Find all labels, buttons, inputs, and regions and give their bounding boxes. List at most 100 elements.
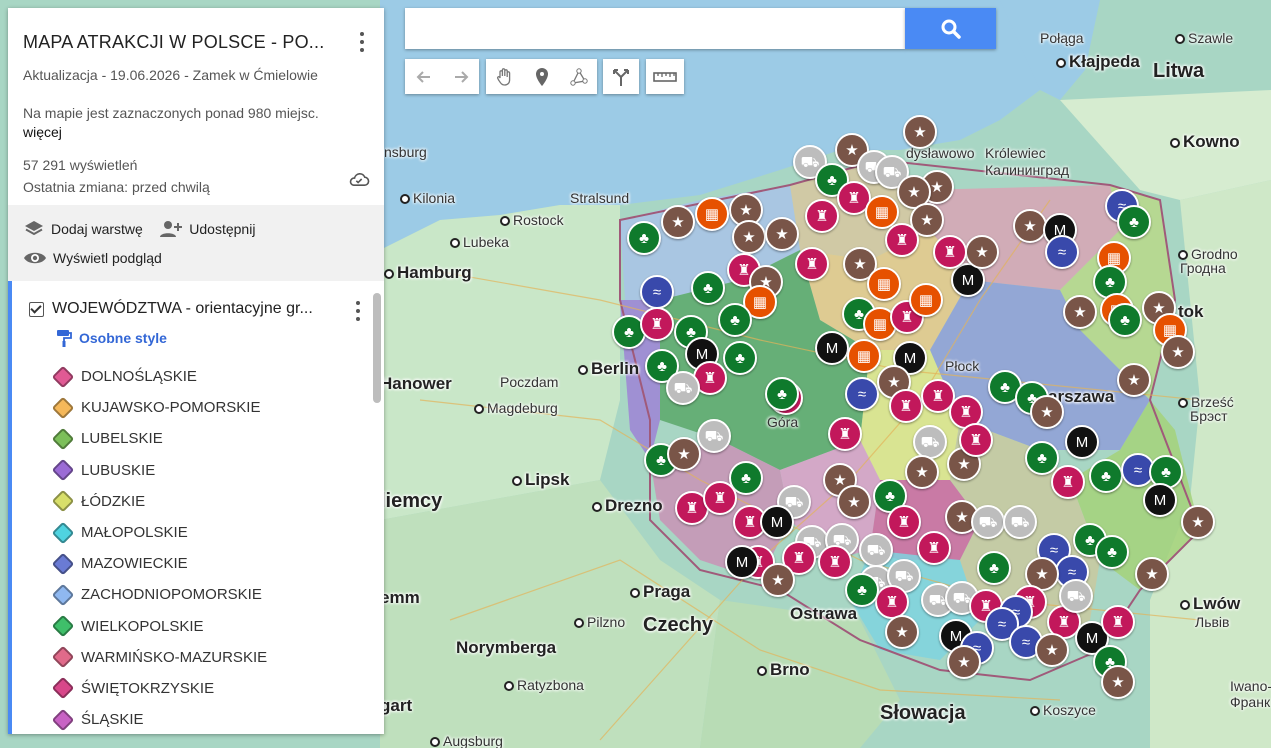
map-options-menu-icon[interactable] xyxy=(354,30,370,54)
color-swatch-icon[interactable] xyxy=(51,521,75,544)
cart-marker-icon[interactable]: ⛟ xyxy=(913,425,947,459)
museum-marker-icon[interactable]: M xyxy=(1143,483,1177,517)
pan-tool-button[interactable] xyxy=(486,59,523,94)
layer-options-menu-icon[interactable] xyxy=(350,299,366,323)
building-marker-icon[interactable]: ▦ xyxy=(695,197,729,231)
cart-marker-icon[interactable]: ⛟ xyxy=(859,533,893,567)
star-marker-icon[interactable]: ★ xyxy=(1013,209,1047,243)
castle-marker-icon[interactable]: ♜ xyxy=(917,531,951,565)
water-marker-icon[interactable]: ≈ xyxy=(640,275,674,309)
castle-marker-icon[interactable]: ♜ xyxy=(1051,465,1085,499)
star-marker-icon[interactable]: ★ xyxy=(732,220,766,254)
building-marker-icon[interactable]: ▦ xyxy=(909,283,943,317)
castle-marker-icon[interactable]: ♜ xyxy=(933,235,967,269)
star-marker-icon[interactable]: ★ xyxy=(885,615,919,649)
star-marker-icon[interactable]: ★ xyxy=(1063,295,1097,329)
layer-visibility-checkbox[interactable] xyxy=(29,301,44,317)
color-swatch-icon[interactable] xyxy=(51,583,75,607)
cart-marker-icon[interactable]: ⛟ xyxy=(697,419,731,453)
star-marker-icon[interactable]: ★ xyxy=(1035,633,1069,667)
legend-item[interactable]: LUBELSKIE xyxy=(51,423,369,454)
preview-button[interactable]: Wyświetl podgląd xyxy=(23,246,162,270)
star-marker-icon[interactable]: ★ xyxy=(661,205,695,239)
legend-item[interactable]: ŁÓDZKIE xyxy=(51,486,369,517)
legend-item[interactable]: ZACHODNIOPOMORSKIE xyxy=(51,579,369,610)
castle-marker-icon[interactable]: ♜ xyxy=(640,307,674,341)
building-marker-icon[interactable]: ▦ xyxy=(867,267,901,301)
legend-item[interactable]: ŚWIĘTOKRZYSKIE xyxy=(51,673,369,704)
color-swatch-icon[interactable] xyxy=(51,645,75,669)
castle-marker-icon[interactable]: ♜ xyxy=(885,223,919,257)
draw-line-button[interactable] xyxy=(560,59,597,94)
star-marker-icon[interactable]: ★ xyxy=(1161,335,1195,369)
tree-marker-icon[interactable]: ♣ xyxy=(1095,535,1129,569)
star-marker-icon[interactable]: ★ xyxy=(837,485,871,519)
layer-name[interactable]: WOJEWÓDZTWA - orientacyjne gr... xyxy=(52,300,313,318)
undo-button[interactable] xyxy=(405,59,442,94)
castle-marker-icon[interactable]: ♜ xyxy=(875,585,909,619)
tree-marker-icon[interactable]: ♣ xyxy=(1025,441,1059,475)
building-marker-icon[interactable]: ▦ xyxy=(847,339,881,373)
tree-marker-icon[interactable]: ♣ xyxy=(723,341,757,375)
more-link[interactable]: więcej xyxy=(23,124,369,140)
castle-marker-icon[interactable]: ♜ xyxy=(1101,605,1135,639)
color-swatch-icon[interactable] xyxy=(51,427,75,451)
legend-item[interactable]: DOLNOŚLĄSKIE xyxy=(51,361,369,392)
tree-marker-icon[interactable]: ♣ xyxy=(845,573,879,607)
legend-item[interactable]: WIELKOPOLSKIE xyxy=(51,611,369,642)
color-swatch-icon[interactable] xyxy=(51,552,75,576)
color-swatch-icon[interactable] xyxy=(51,490,75,513)
star-marker-icon[interactable]: ★ xyxy=(667,437,701,471)
style-link[interactable]: Osobne style xyxy=(55,329,369,347)
add-marker-button[interactable] xyxy=(523,59,560,94)
star-marker-icon[interactable]: ★ xyxy=(965,235,999,269)
star-marker-icon[interactable]: ★ xyxy=(1135,557,1169,591)
star-marker-icon[interactable]: ★ xyxy=(1117,363,1151,397)
star-marker-icon[interactable]: ★ xyxy=(761,563,795,597)
color-swatch-icon[interactable] xyxy=(51,365,75,388)
star-marker-icon[interactable]: ★ xyxy=(903,115,937,149)
castle-marker-icon[interactable]: ♜ xyxy=(703,481,737,515)
map-title[interactable]: MAPA ATRAKCJI W POLSCE - PO... xyxy=(23,32,369,53)
cart-marker-icon[interactable]: ⛟ xyxy=(971,505,1005,539)
tree-marker-icon[interactable]: ♣ xyxy=(691,271,725,305)
castle-marker-icon[interactable]: ♜ xyxy=(805,199,839,233)
color-swatch-icon[interactable] xyxy=(51,677,75,700)
tree-marker-icon[interactable]: ♣ xyxy=(977,551,1011,585)
cart-marker-icon[interactable]: ⛟ xyxy=(1003,505,1037,539)
star-marker-icon[interactable]: ★ xyxy=(765,217,799,251)
legend-item[interactable]: MAZOWIECKIE xyxy=(51,548,369,579)
castle-marker-icon[interactable]: ♜ xyxy=(889,389,923,423)
search-button[interactable] xyxy=(905,8,996,49)
color-swatch-icon[interactable] xyxy=(51,396,75,420)
legend-item[interactable]: MAŁOPOLSKIE xyxy=(51,517,369,548)
museum-marker-icon[interactable]: M xyxy=(725,545,759,579)
star-marker-icon[interactable]: ★ xyxy=(905,455,939,489)
water-marker-icon[interactable]: ≈ xyxy=(845,377,879,411)
tree-marker-icon[interactable]: ♣ xyxy=(1117,205,1151,239)
search-input[interactable] xyxy=(405,8,905,49)
redo-button[interactable] xyxy=(442,59,479,94)
add-layer-button[interactable]: Dodaj warstwę xyxy=(23,217,143,241)
legend-item[interactable]: LUBUSKIE xyxy=(51,455,369,486)
star-marker-icon[interactable]: ★ xyxy=(1181,505,1215,539)
tree-marker-icon[interactable]: ♣ xyxy=(1089,459,1123,493)
measure-button[interactable] xyxy=(646,59,683,94)
tree-marker-icon[interactable]: ♣ xyxy=(718,303,752,337)
panel-scrollbar[interactable] xyxy=(373,293,381,403)
tree-marker-icon[interactable]: ♣ xyxy=(765,377,799,411)
share-button[interactable]: Udostępnij xyxy=(159,217,255,241)
museum-marker-icon[interactable]: M xyxy=(760,505,794,539)
legend-item[interactable]: KUJAWSKO-POMORSKIE xyxy=(51,392,369,423)
color-swatch-icon[interactable] xyxy=(51,614,75,638)
castle-marker-icon[interactable]: ♜ xyxy=(795,247,829,281)
castle-marker-icon[interactable]: ♜ xyxy=(818,545,852,579)
color-swatch-icon[interactable] xyxy=(51,458,75,482)
legend-item[interactable]: ŚLĄSKIE xyxy=(51,704,369,734)
castle-marker-icon[interactable]: ♜ xyxy=(828,417,862,451)
museum-marker-icon[interactable]: M xyxy=(1065,425,1099,459)
cart-marker-icon[interactable]: ⛟ xyxy=(666,371,700,405)
star-marker-icon[interactable]: ★ xyxy=(1030,395,1064,429)
tree-marker-icon[interactable]: ♣ xyxy=(627,221,661,255)
star-marker-icon[interactable]: ★ xyxy=(1101,665,1135,699)
